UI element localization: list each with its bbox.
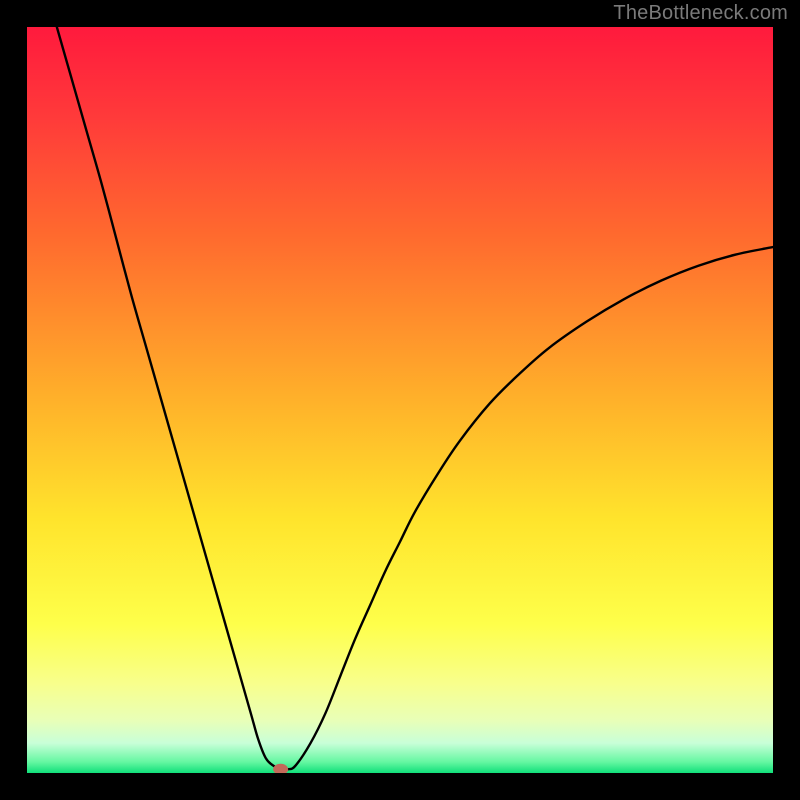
- plot-area: [27, 27, 773, 773]
- watermark-text: TheBottleneck.com: [613, 2, 788, 25]
- chart-frame: TheBottleneck.com: [0, 0, 800, 800]
- chart-svg: [27, 27, 773, 773]
- minimum-marker: [274, 764, 288, 773]
- bottleneck-curve: [57, 27, 773, 770]
